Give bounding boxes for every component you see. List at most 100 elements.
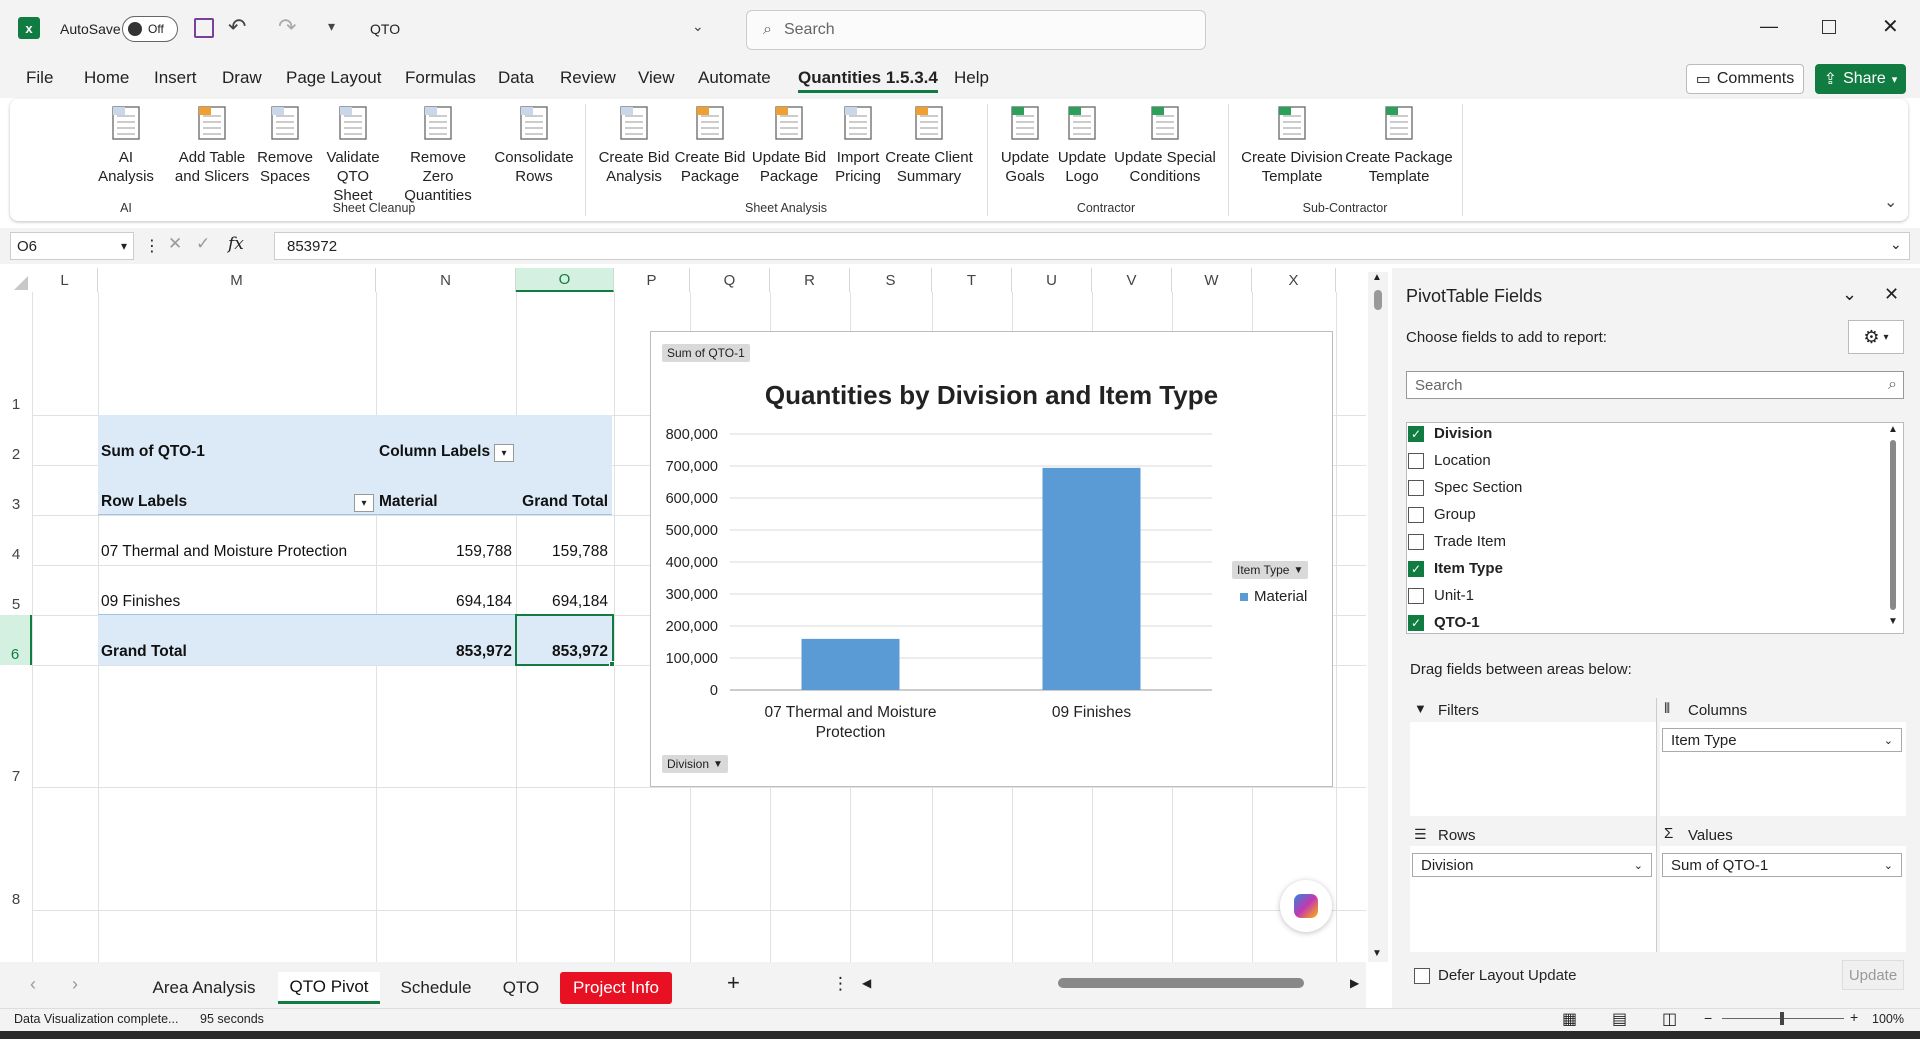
zoom-in-icon[interactable]: +	[1850, 1009, 1858, 1025]
create-package-template-button[interactable]: Create Package Template	[1337, 104, 1461, 186]
field-group[interactable]: Group	[1408, 506, 1476, 523]
row-header-6[interactable]: 6	[0, 615, 32, 665]
consolidate-rows-button[interactable]: Consolidate Rows	[492, 104, 576, 186]
menu-quantities[interactable]: Quantities 1.5.3.4	[798, 68, 938, 93]
name-box[interactable]: O6 ▾	[10, 232, 134, 260]
field-checkbox[interactable]	[1408, 506, 1424, 523]
field-trade-item[interactable]: Trade Item	[1408, 533, 1506, 550]
field-checkbox[interactable]	[1408, 452, 1424, 469]
share-button[interactable]: ⇪ Share ▾	[1815, 64, 1906, 94]
pivot-row-total[interactable]: 694,184	[516, 565, 608, 615]
pivot-material-header[interactable]: Material	[379, 465, 438, 515]
pivot-row-total[interactable]: 159,788	[516, 515, 608, 565]
pivot-grand-total-header[interactable]: Grand Total	[516, 465, 608, 515]
pivot-row-material[interactable]: 694,184	[380, 565, 512, 615]
columns-field-item-type[interactable]: Item Type ⌄	[1662, 728, 1902, 752]
create-bid-package-button[interactable]: Create Bid Package	[668, 104, 752, 186]
filename-dropdown-icon[interactable]: ⌄	[692, 18, 704, 35]
rows-field-division[interactable]: Division ⌄	[1412, 853, 1652, 877]
field-location[interactable]: Location	[1408, 452, 1491, 469]
restore-icon[interactable]	[1822, 20, 1836, 34]
menu-data[interactable]: Data	[498, 68, 534, 88]
sheet-tab-qto[interactable]: QTO	[492, 972, 550, 1004]
remove-zero-quantities-button[interactable]: Remove Zero Quantities	[393, 104, 483, 205]
chart-legend-field-button[interactable]: Item Type ▼	[1232, 561, 1309, 579]
zoom-out-icon[interactable]: −	[1704, 1010, 1712, 1026]
menu-automate[interactable]: Automate	[698, 68, 771, 88]
defer-checkbox[interactable]	[1414, 968, 1430, 984]
autosave-toggle[interactable]: Off	[122, 16, 178, 42]
row-header-4[interactable]: 4	[0, 515, 32, 565]
update-logo-button[interactable]: Update Logo	[1052, 104, 1112, 186]
pane-settings-button[interactable]: ⚙ ▾	[1848, 320, 1904, 354]
bar-2[interactable]	[1042, 467, 1141, 690]
sheet-tab-area-analysis[interactable]: Area Analysis	[140, 972, 268, 1004]
column-header-u[interactable]: U	[1012, 268, 1092, 292]
validate-qto-sheet-button[interactable]: Validate QTO Sheet	[317, 104, 389, 205]
column-header-x[interactable]: X	[1252, 268, 1336, 292]
menu-help[interactable]: Help	[954, 68, 989, 88]
field-qto-1[interactable]: ✓ QTO-1	[1408, 614, 1480, 631]
field-checkbox[interactable]: ✓	[1408, 425, 1424, 442]
sheet-tab-schedule[interactable]: Schedule	[390, 972, 482, 1004]
column-header-w[interactable]: W	[1172, 268, 1252, 292]
horizontal-scroll-thumb[interactable]	[1058, 978, 1304, 988]
copilot-button[interactable]	[1280, 880, 1332, 932]
update-bid-package-button[interactable]: Update Bid Package	[747, 104, 831, 186]
column-header-p[interactable]: P	[614, 268, 690, 292]
scroll-up-icon[interactable]: ▲	[1372, 272, 1382, 283]
column-header-m[interactable]: M	[98, 268, 376, 292]
column-filter-button[interactable]: ▾	[494, 444, 514, 462]
column-header-o[interactable]: O	[516, 268, 614, 292]
menu-home[interactable]: Home	[84, 68, 129, 88]
pivot-row-labels[interactable]: Row Labels	[101, 465, 187, 515]
update-goals-button[interactable]: Update Goals	[997, 104, 1053, 186]
pivot-sum-label[interactable]: Sum of QTO-1	[101, 415, 205, 465]
menu-review[interactable]: Review	[560, 68, 616, 88]
scroll-down-icon[interactable]: ▼	[1888, 616, 1898, 627]
menu-page-layout[interactable]: Page Layout	[286, 68, 381, 88]
minimize-icon[interactable]: —	[1760, 16, 1778, 37]
row-header-7[interactable]: 7	[0, 665, 32, 787]
pivot-grand-total-material[interactable]: 853,972	[380, 615, 512, 665]
scroll-down-icon[interactable]: ▼	[1372, 948, 1382, 959]
more-sheets-icon[interactable]: ⋮	[832, 974, 849, 994]
scroll-up-icon[interactable]: ▲	[1888, 424, 1898, 435]
chart-plot[interactable]: 0 100,000 200,000 300,000 400,000 500,000 600,…	[650, 331, 1333, 787]
menu-insert[interactable]: Insert	[154, 68, 197, 88]
pivot-grand-total-label[interactable]: Grand Total	[101, 615, 187, 665]
column-header-v[interactable]: V	[1092, 268, 1172, 292]
column-header-r[interactable]: R	[770, 268, 850, 292]
select-all-corner[interactable]	[14, 276, 28, 290]
field-search-input[interactable]: Search ⌕	[1406, 371, 1904, 399]
row-header-3[interactable]: 3	[0, 465, 32, 515]
pivot-row-label[interactable]: 09 Finishes	[101, 565, 180, 615]
field-spec-section[interactable]: Spec Section	[1408, 479, 1522, 496]
save-icon[interactable]	[194, 18, 214, 38]
scroll-thumb[interactable]	[1890, 440, 1896, 610]
row-filter-button[interactable]: ▾	[354, 494, 374, 512]
pivot-column-labels[interactable]: Column Labels	[379, 415, 490, 465]
scroll-thumb[interactable]	[1374, 290, 1382, 310]
field-checkbox[interactable]	[1408, 479, 1424, 496]
add-sheet-icon[interactable]: +	[727, 970, 740, 996]
row-header-5[interactable]: 5	[0, 565, 32, 615]
values-field-sum-qto[interactable]: Sum of QTO-1 ⌄	[1662, 853, 1902, 877]
more-icon[interactable]: ⋮	[144, 236, 160, 256]
enter-icon[interactable]: ✓	[196, 234, 210, 254]
menu-formulas[interactable]: Formulas	[405, 68, 476, 88]
insert-function-icon[interactable]: fx	[228, 234, 244, 254]
create-client-summary-button[interactable]: Create Client Summary	[877, 104, 981, 186]
update-button[interactable]: Update	[1842, 960, 1904, 990]
close-pane-icon[interactable]: ✕	[1884, 284, 1899, 305]
ai-analysis-button[interactable]: AI Analysis	[98, 104, 154, 186]
cancel-icon[interactable]: ✕	[168, 234, 182, 254]
row-header-8[interactable]: 8	[0, 787, 32, 910]
next-sheet-icon[interactable]: ›	[72, 974, 78, 995]
close-icon[interactable]: ✕	[1882, 14, 1899, 39]
formula-input[interactable]: 853972	[274, 232, 1910, 260]
bar-1[interactable]	[801, 638, 900, 690]
column-header-l[interactable]: L	[32, 268, 98, 292]
column-header-q[interactable]: Q	[690, 268, 770, 292]
column-header-t[interactable]: T	[932, 268, 1012, 292]
